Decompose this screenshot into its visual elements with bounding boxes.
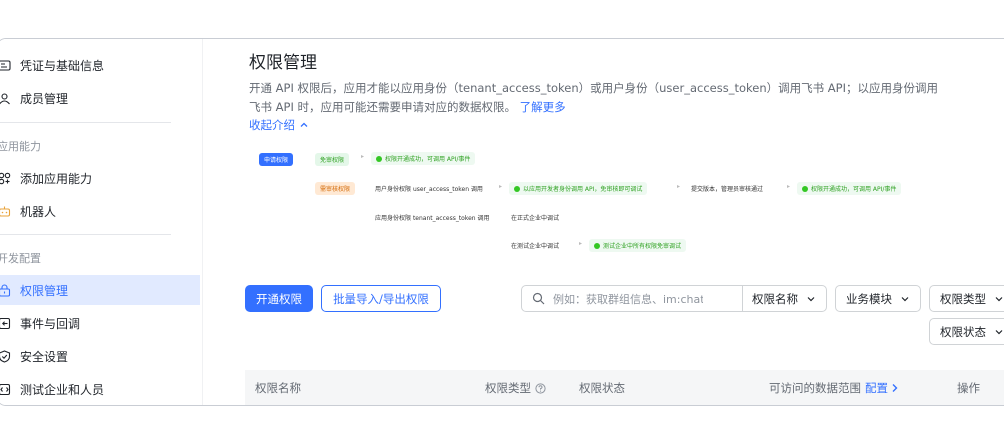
sidebar-item-robot[interactable]: 机器人 xyxy=(0,196,200,226)
test-org-icon xyxy=(0,382,11,396)
flow-app-identity-label: 应用身份权限 xyxy=(375,215,412,222)
flow-arrow: ▸ xyxy=(787,183,791,190)
flow-submit: 提交版本，管理员审核通过 xyxy=(691,186,764,193)
permission-table-header: 权限名称 权限类型 权限状态 可访问的数据范围 配置 操作 xyxy=(245,370,1004,405)
success-dot-icon xyxy=(514,185,520,192)
event-icon xyxy=(0,316,11,330)
sidebar-item-label: 事件与回调 xyxy=(20,316,81,331)
flow-arrow: ▸ xyxy=(361,153,365,160)
type-filter[interactable]: 权限类型 xyxy=(929,285,1004,312)
page-title: 权限管理 xyxy=(249,53,317,73)
flow-app-identity-token: tenant_access_token 调用 xyxy=(412,215,490,222)
main-content: 权限管理 开通 API 权限后，应用才能以应用身份（tenant_access_… xyxy=(203,39,1004,405)
sidebar-item-events[interactable]: 事件与回调 xyxy=(0,308,200,338)
col-data-scope-label: 可访问的数据范围 xyxy=(769,381,861,395)
search-divider xyxy=(742,286,743,311)
sidebar: 凭证与基础信息 成员管理 应用能力 添加应用能力 机器人 开发配置 权限管理 事… xyxy=(0,39,203,405)
sidebar-item-label: 权限管理 xyxy=(20,283,69,298)
flow-no-review-tag: 免审权限 xyxy=(315,153,350,166)
description-text: 开通 API 权限后，应用才能以应用身份（tenant_access_token… xyxy=(249,81,938,114)
status-filter[interactable]: 权限状态 xyxy=(929,318,1004,345)
sidebar-divider xyxy=(0,122,171,123)
search-field-select[interactable]: 权限名称 xyxy=(752,286,816,311)
flow-apply-tag: 申请权限 xyxy=(259,153,294,166)
chevron-right-icon xyxy=(891,383,899,393)
chevron-down-icon xyxy=(806,294,816,304)
collapse-intro-toggle[interactable]: 收起介绍 xyxy=(249,117,309,133)
sidebar-item-label: 添加应用能力 xyxy=(20,171,93,186)
col-permission-type-label: 权限类型 xyxy=(485,381,531,395)
credential-icon xyxy=(0,58,11,72)
sidebar-item-test-org[interactable]: 测试企业和人员 xyxy=(0,374,200,404)
flow-arrow: ▸ xyxy=(499,183,503,190)
col-permission-status: 权限状态 xyxy=(579,381,625,395)
flow-app-identity: 应用身份权限 tenant_access_token 调用 xyxy=(375,213,490,222)
flow-arrow: ▸ xyxy=(579,240,583,247)
flow-test-org: 在测试企业中调试 xyxy=(511,243,560,250)
sidebar-group-dev: 开发配置 xyxy=(0,252,41,265)
security-icon xyxy=(0,349,11,363)
sidebar-item-add-capability[interactable]: 添加应用能力 xyxy=(0,163,200,193)
app-window: 凭证与基础信息 成员管理 应用能力 添加应用能力 机器人 开发配置 权限管理 事… xyxy=(0,38,1004,406)
add-capability-icon xyxy=(0,171,11,185)
status-filter-label: 权限状态 xyxy=(940,324,986,339)
learn-more-link[interactable]: 了解更多 xyxy=(520,100,566,114)
chevron-down-icon xyxy=(900,294,910,304)
sidebar-item-label: 机器人 xyxy=(20,204,57,219)
sidebar-item-security[interactable]: 安全设置 xyxy=(0,341,200,371)
col-permission-type: 权限类型 xyxy=(485,380,546,396)
sidebar-item-credentials[interactable]: 凭证与基础信息 xyxy=(0,50,200,80)
sidebar-item-label: 凭证与基础信息 xyxy=(20,58,105,73)
success-dot-icon xyxy=(376,155,382,162)
enable-permission-button[interactable]: 开通权限 xyxy=(245,285,313,312)
page-description: 开通 API 权限后，应用才能以应用身份（tenant_access_token… xyxy=(249,79,949,117)
flow-user-pill: 以应用开发者身份调用 API，免审核即可调试 xyxy=(509,182,648,195)
flow-user-identity: 用户身份权限 user_access_token 调用 xyxy=(375,184,483,193)
members-icon xyxy=(0,91,11,105)
flow-test-pill-label: 测试企业中所有权限免审调试 xyxy=(603,243,682,250)
help-icon[interactable] xyxy=(535,382,546,394)
search-input[interactable]: 例如：获取群组信息、im:chat xyxy=(553,291,703,307)
chevron-down-icon xyxy=(994,327,1004,337)
module-filter-label: 业务模块 xyxy=(846,291,892,306)
flow-user-pill-label: 以应用开发者身份调用 API，免审核即可调试 xyxy=(523,186,643,193)
success-dot-icon xyxy=(802,185,808,192)
chevron-down-icon xyxy=(994,294,1004,304)
chevron-up-icon xyxy=(299,120,309,130)
flow-no-review-result-label: 权限开通成功，可调用 API/事件 xyxy=(385,156,471,163)
sidebar-item-label: 成员管理 xyxy=(20,91,69,106)
flow-formal-org: 在正式企业中调试 xyxy=(511,215,560,222)
sidebar-item-label: 安全设置 xyxy=(20,349,69,364)
col-actions: 操作 xyxy=(957,381,980,395)
flow-arrow: ▸ xyxy=(677,183,681,190)
configure-scope-link[interactable]: 配置 xyxy=(865,380,899,396)
flow-final-pill: 权限开通成功，可调用 API/事件 xyxy=(797,182,902,195)
permission-search: 例如：获取群组信息、im:chat 权限名称 xyxy=(521,285,827,312)
configure-scope-label: 配置 xyxy=(865,381,888,395)
col-permission-name: 权限名称 xyxy=(255,381,301,395)
flow-final-pill-label: 权限开通成功，可调用 API/事件 xyxy=(811,186,897,193)
col-data-scope: 可访问的数据范围 配置 xyxy=(769,380,899,396)
flow-user-identity-token: user_access_token 调用 xyxy=(412,186,483,193)
search-icon xyxy=(532,292,545,305)
search-field-select-label: 权限名称 xyxy=(752,291,798,306)
collapse-intro-label: 收起介绍 xyxy=(249,118,295,132)
flow-need-review-tag: 需审核权限 xyxy=(315,182,356,195)
sidebar-item-members[interactable]: 成员管理 xyxy=(0,83,200,113)
sidebar-group-app: 应用能力 xyxy=(0,140,41,153)
sidebar-item-label: 测试企业和人员 xyxy=(20,382,105,397)
sidebar-divider xyxy=(0,234,171,235)
flow-user-identity-label: 用户身份权限 xyxy=(375,186,412,193)
module-filter[interactable]: 业务模块 xyxy=(835,285,921,312)
flow-test-pill: 测试企业中所有权限免审调试 xyxy=(589,239,687,252)
type-filter-label: 权限类型 xyxy=(940,291,986,306)
success-dot-icon xyxy=(594,242,600,249)
flow-no-review-result: 权限开通成功，可调用 API/事件 xyxy=(371,152,476,165)
import-export-button[interactable]: 批量导入/导出权限 xyxy=(321,285,441,312)
permission-icon xyxy=(0,283,11,297)
robot-icon xyxy=(0,204,11,218)
sidebar-item-permissions[interactable]: 权限管理 xyxy=(0,275,200,305)
